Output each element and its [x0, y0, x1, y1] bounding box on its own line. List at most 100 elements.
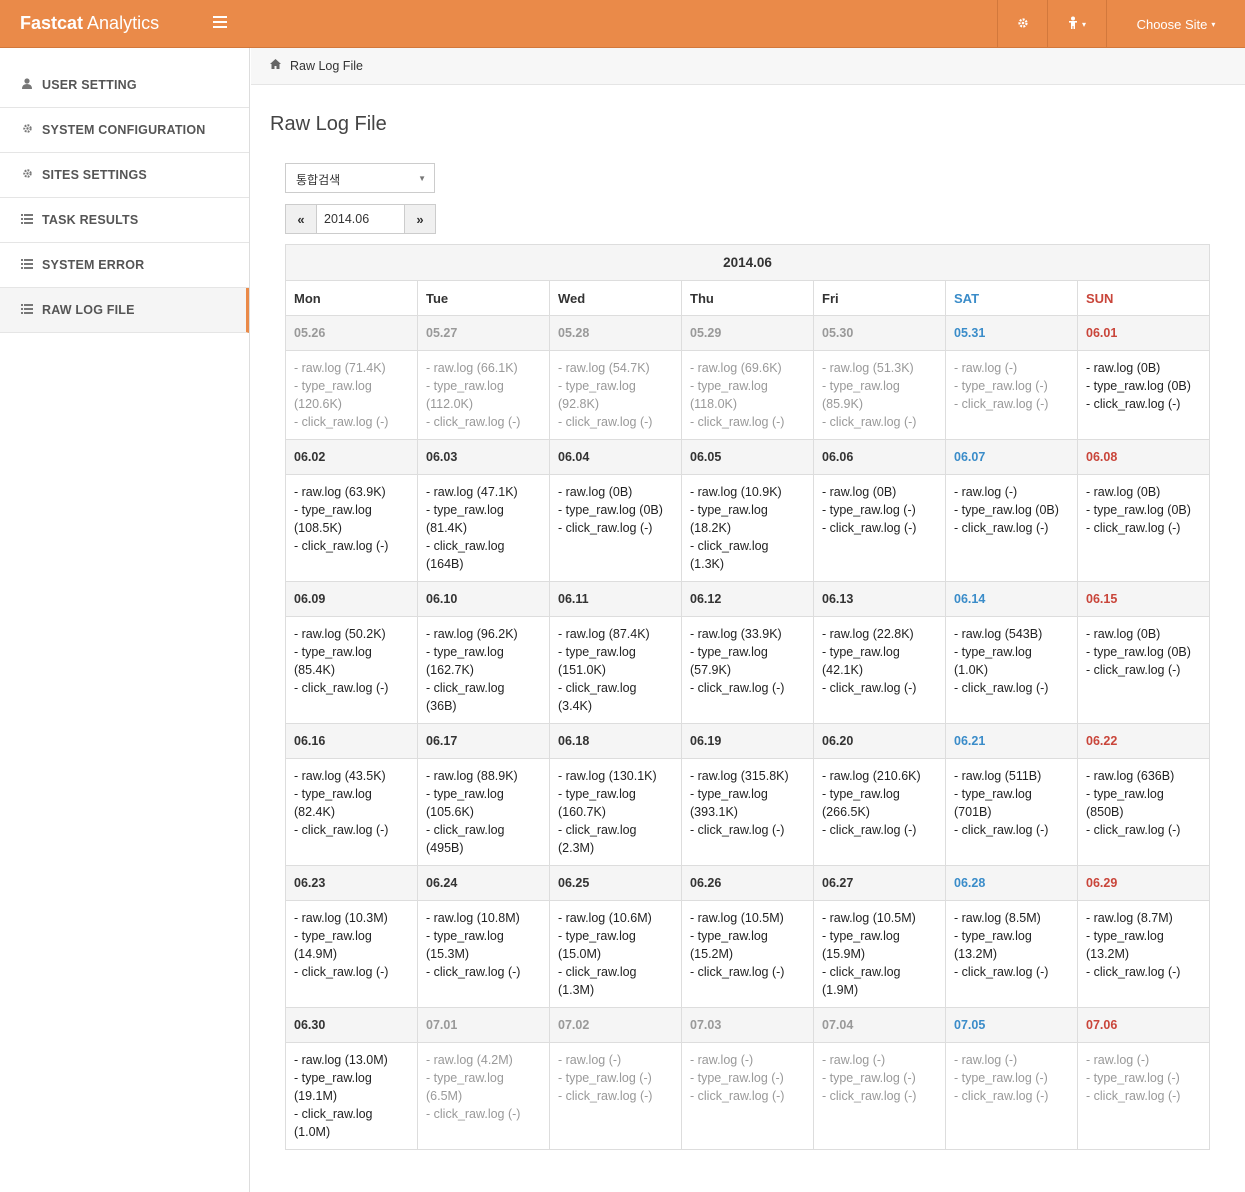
log-file-entry[interactable]: - type_raw.log	[954, 927, 1069, 945]
log-file-entry[interactable]: - raw.log (0B)	[1086, 359, 1201, 377]
log-file-entry[interactable]: (85.4K)	[294, 661, 409, 679]
log-file-entry[interactable]: - click_raw.log (-)	[822, 1087, 937, 1105]
log-file-entry[interactable]: - raw.log (-)	[954, 483, 1069, 501]
log-file-entry[interactable]: (13.2M)	[954, 945, 1069, 963]
log-file-entry[interactable]: (82.4K)	[294, 803, 409, 821]
log-file-entry[interactable]: - raw.log (511B)	[954, 767, 1069, 785]
log-file-entry[interactable]: - raw.log (0B)	[1086, 483, 1201, 501]
log-file-entry[interactable]: - raw.log (88.9K)	[426, 767, 541, 785]
prev-month-button[interactable]: «	[286, 205, 317, 233]
log-file-entry[interactable]: - click_raw.log (-)	[294, 963, 409, 981]
log-file-entry[interactable]: (701B)	[954, 803, 1069, 821]
log-file-entry[interactable]: - raw.log (47.1K)	[426, 483, 541, 501]
log-file-entry[interactable]: (14.9M)	[294, 945, 409, 963]
log-file-entry[interactable]: - click_raw.log (-)	[558, 1087, 673, 1105]
log-file-entry[interactable]: - raw.log (4.2M)	[426, 1051, 541, 1069]
log-file-entry[interactable]: (13.2M)	[1086, 945, 1201, 963]
log-file-entry[interactable]: - click_raw.log	[558, 679, 673, 697]
log-file-entry[interactable]: - type_raw.log	[426, 377, 541, 395]
log-file-entry[interactable]: - raw.log (10.5M)	[690, 909, 805, 927]
log-file-entry[interactable]: - click_raw.log (-)	[954, 395, 1069, 413]
log-file-entry[interactable]: - type_raw.log	[1086, 927, 1201, 945]
log-file-entry[interactable]: - click_raw.log (-)	[690, 679, 805, 697]
search-type-select[interactable]: 통합검색 ▼	[285, 163, 435, 193]
log-file-entry[interactable]: - type_raw.log	[954, 643, 1069, 661]
log-file-entry[interactable]: - raw.log (69.6K)	[690, 359, 805, 377]
log-file-entry[interactable]: - raw.log (71.4K)	[294, 359, 409, 377]
log-file-entry[interactable]: (120.6K)	[294, 395, 409, 413]
log-file-entry[interactable]: - type_raw.log	[294, 501, 409, 519]
log-file-entry[interactable]: - type_raw.log	[558, 927, 673, 945]
log-file-entry[interactable]: - raw.log (10.9K)	[690, 483, 805, 501]
log-file-entry[interactable]: - click_raw.log (-)	[954, 963, 1069, 981]
log-file-entry[interactable]: (1.9M)	[822, 981, 937, 999]
log-file-entry[interactable]: (105.6K)	[426, 803, 541, 821]
log-file-entry[interactable]: - raw.log (50.2K)	[294, 625, 409, 643]
log-file-entry[interactable]: - type_raw.log	[426, 501, 541, 519]
log-file-entry[interactable]: - click_raw.log (-)	[426, 963, 541, 981]
log-file-entry[interactable]: (266.5K)	[822, 803, 937, 821]
log-file-entry[interactable]: - raw.log (33.9K)	[690, 625, 805, 643]
log-file-entry[interactable]: - type_raw.log	[822, 927, 937, 945]
log-file-entry[interactable]: - type_raw.log	[690, 785, 805, 803]
log-file-entry[interactable]: - click_raw.log (-)	[954, 1087, 1069, 1105]
log-file-entry[interactable]: (6.5M)	[426, 1087, 541, 1105]
log-file-entry[interactable]: - raw.log (87.4K)	[558, 625, 673, 643]
sidebar-item-user-setting[interactable]: USER SETTING	[0, 63, 249, 108]
log-file-entry[interactable]: - type_raw.log	[426, 643, 541, 661]
choose-site-dropdown[interactable]: Choose Site ▾	[1106, 0, 1245, 48]
log-file-entry[interactable]: - raw.log (66.1K)	[426, 359, 541, 377]
log-file-entry[interactable]: (2.3M)	[558, 839, 673, 857]
log-file-entry[interactable]: (393.1K)	[690, 803, 805, 821]
log-file-entry[interactable]: - type_raw.log	[822, 785, 937, 803]
log-file-entry[interactable]: - raw.log (51.3K)	[822, 359, 937, 377]
log-file-entry[interactable]: - raw.log (315.8K)	[690, 767, 805, 785]
log-file-entry[interactable]: (15.9M)	[822, 945, 937, 963]
log-file-entry[interactable]: - type_raw.log	[822, 377, 937, 395]
log-file-entry[interactable]: - raw.log (54.7K)	[558, 359, 673, 377]
log-file-entry[interactable]: - raw.log (-)	[690, 1051, 805, 1069]
log-file-entry[interactable]: (15.0M)	[558, 945, 673, 963]
sidebar-item-system-error[interactable]: SYSTEM ERROR	[0, 243, 249, 288]
log-file-entry[interactable]: - type_raw.log (-)	[954, 1069, 1069, 1087]
log-file-entry[interactable]: - type_raw.log	[294, 643, 409, 661]
menu-toggle-icon[interactable]	[211, 14, 229, 32]
log-file-entry[interactable]: - raw.log (8.7M)	[1086, 909, 1201, 927]
log-file-entry[interactable]: (118.0K)	[690, 395, 805, 413]
log-file-entry[interactable]: - click_raw.log (-)	[1086, 1087, 1201, 1105]
log-file-entry[interactable]: - raw.log (0B)	[558, 483, 673, 501]
log-file-entry[interactable]: - type_raw.log	[294, 927, 409, 945]
log-file-entry[interactable]: - click_raw.log (-)	[426, 1105, 541, 1123]
log-file-entry[interactable]: - raw.log (10.3M)	[294, 909, 409, 927]
log-file-entry[interactable]: - click_raw.log (-)	[1086, 519, 1201, 537]
log-file-entry[interactable]: - type_raw.log (-)	[822, 501, 937, 519]
log-file-entry[interactable]: - raw.log (13.0M)	[294, 1051, 409, 1069]
log-file-entry[interactable]: - click_raw.log	[294, 1105, 409, 1123]
log-file-entry[interactable]: - type_raw.log	[294, 377, 409, 395]
log-file-entry[interactable]: (1.3K)	[690, 555, 805, 573]
log-file-entry[interactable]: - raw.log (543B)	[954, 625, 1069, 643]
log-file-entry[interactable]: - click_raw.log (-)	[1086, 963, 1201, 981]
log-file-entry[interactable]: - click_raw.log (-)	[1086, 821, 1201, 839]
log-file-entry[interactable]: - raw.log (-)	[954, 1051, 1069, 1069]
log-file-entry[interactable]: - type_raw.log (0B)	[1086, 501, 1201, 519]
log-file-entry[interactable]: - type_raw.log	[558, 643, 673, 661]
log-file-entry[interactable]: - click_raw.log (-)	[822, 679, 937, 697]
log-file-entry[interactable]: (3.4K)	[558, 697, 673, 715]
log-file-entry[interactable]: - type_raw.log	[690, 643, 805, 661]
log-file-entry[interactable]: (162.7K)	[426, 661, 541, 679]
log-file-entry[interactable]: (19.1M)	[294, 1087, 409, 1105]
user-menu-button[interactable]: ▾	[1047, 0, 1106, 48]
log-file-entry[interactable]: - click_raw.log (-)	[690, 963, 805, 981]
log-file-entry[interactable]: - click_raw.log (-)	[558, 519, 673, 537]
log-file-entry[interactable]: - click_raw.log	[822, 963, 937, 981]
log-file-entry[interactable]: - click_raw.log	[690, 537, 805, 555]
log-file-entry[interactable]: - type_raw.log	[426, 785, 541, 803]
log-file-entry[interactable]: (160.7K)	[558, 803, 673, 821]
log-file-entry[interactable]: (164B)	[426, 555, 541, 573]
log-file-entry[interactable]: - type_raw.log (-)	[558, 1069, 673, 1087]
log-file-entry[interactable]: - click_raw.log (-)	[294, 413, 409, 431]
log-file-entry[interactable]: - raw.log (210.6K)	[822, 767, 937, 785]
log-file-entry[interactable]: - type_raw.log	[558, 785, 673, 803]
log-file-entry[interactable]: - type_raw.log	[294, 785, 409, 803]
